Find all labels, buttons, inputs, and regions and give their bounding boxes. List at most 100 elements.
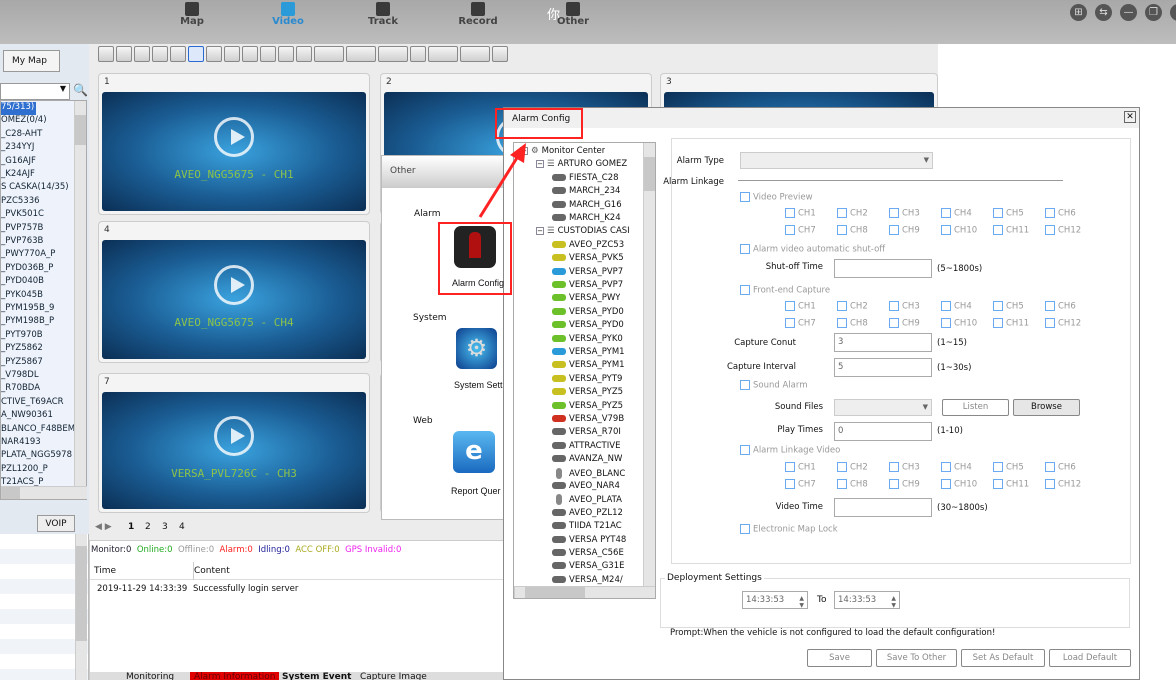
- vehicle-list-item[interactable]: _PYD036B_P: [1, 263, 53, 276]
- collapse-icon[interactable]: −: [536, 159, 544, 168]
- end-time-input[interactable]: 14:33:53 ▲ ▼: [834, 591, 900, 609]
- toolbar-button-8[interactable]: [224, 46, 240, 62]
- checkbox[interactable]: [941, 225, 951, 235]
- checkbox-linkage-ch3[interactable]: CH3: [889, 462, 920, 473]
- tree-node[interactable]: VERSA_PVP7: [552, 280, 623, 293]
- vehicle-list-scrollbar[interactable]: [74, 101, 86, 486]
- checkbox-linkage-ch11[interactable]: CH11: [993, 479, 1029, 490]
- toolbar-button-7[interactable]: [206, 46, 222, 62]
- checkbox-capture-ch12[interactable]: CH12: [1045, 318, 1081, 329]
- checkbox-video_preview[interactable]: Video Preview: [740, 192, 813, 203]
- input-capture_count_val[interactable]: 3: [834, 333, 932, 352]
- toolbar-button-4[interactable]: [152, 46, 168, 62]
- toolbar-button-10[interactable]: [260, 46, 276, 62]
- checkbox[interactable]: [837, 479, 847, 489]
- report-query-icon[interactable]: e: [453, 431, 495, 473]
- vehicle-list-item[interactable]: _PVK501C: [1, 209, 44, 222]
- tree-node[interactable]: AVANZA_NW: [552, 454, 622, 467]
- vehicle-list-item[interactable]: NAR4193: [1, 437, 41, 450]
- checkbox[interactable]: [941, 208, 951, 218]
- checkbox[interactable]: [889, 318, 899, 328]
- play-icon[interactable]: [214, 117, 254, 158]
- set-as-default-button[interactable]: Set As Default: [961, 649, 1045, 667]
- restore-icon[interactable]: ❐: [1145, 4, 1162, 21]
- checkbox-capture-ch11[interactable]: CH11: [993, 318, 1029, 329]
- checkbox[interactable]: [837, 318, 847, 328]
- tree-node[interactable]: MARCH_K24: [552, 213, 621, 226]
- toolbar-button-19[interactable]: [492, 46, 508, 62]
- alarm-type-select[interactable]: ▼: [740, 152, 933, 169]
- checkbox-linkage-ch6[interactable]: CH6: [1045, 462, 1076, 473]
- listen-button[interactable]: Listen: [942, 399, 1009, 416]
- tree-node[interactable]: VERSA_PYD0: [552, 320, 624, 333]
- checkbox[interactable]: [740, 285, 750, 295]
- vehicle-list-item[interactable]: _PYM198B_P: [1, 316, 54, 329]
- toolbar-button-9[interactable]: [242, 46, 258, 62]
- vehicle-list-hscrollbar[interactable]: [1, 486, 87, 499]
- checkbox-linkage-ch9[interactable]: CH9: [889, 479, 920, 490]
- checkbox-linkage-ch1[interactable]: CH1: [785, 462, 816, 473]
- tree-node[interactable]: VERSA_C56E: [552, 548, 624, 561]
- vehicle-list-item[interactable]: OMEZ(0/4): [1, 115, 47, 128]
- browse-button[interactable]: Browse: [1013, 399, 1080, 416]
- video-tile[interactable]: 4 AVEO_NGG5675 - CH4: [98, 221, 370, 363]
- alarm-config-icon[interactable]: [454, 226, 496, 268]
- checkbox-preview-ch1[interactable]: CH1: [785, 208, 816, 219]
- toolbar-button-6[interactable]: [188, 46, 204, 62]
- tree-node[interactable]: ATTRACTIVE: [552, 441, 620, 454]
- input-play_times_val[interactable]: 0: [834, 422, 932, 441]
- tab-my-map[interactable]: My Map: [3, 50, 60, 72]
- toolbar-button-17[interactable]: [428, 46, 458, 62]
- toolbar-button-13[interactable]: [314, 46, 344, 62]
- checkbox-linkage-ch10[interactable]: CH10: [941, 479, 977, 490]
- tree-scrollbar[interactable]: [643, 143, 655, 586]
- page-tab-4[interactable]: 4: [179, 522, 185, 532]
- checkbox[interactable]: [889, 479, 899, 489]
- play-icon[interactable]: [214, 416, 254, 457]
- vehicle-list-item[interactable]: _PYM195B_9: [1, 303, 54, 316]
- vehicle-list-item[interactable]: PZC5336: [1, 196, 40, 209]
- toolbar-button-1[interactable]: [98, 46, 114, 62]
- checkbox-capture-ch8[interactable]: CH8: [837, 318, 868, 329]
- page-tab-1[interactable]: 1: [128, 522, 134, 532]
- checkbox[interactable]: [941, 318, 951, 328]
- search-icon[interactable]: 🔍: [73, 83, 88, 97]
- checkbox[interactable]: [740, 380, 750, 390]
- tree-node[interactable]: VERSA_PVK5: [552, 253, 624, 266]
- toolbar-button-15[interactable]: [378, 46, 408, 62]
- checkbox-linkage-ch5[interactable]: CH5: [993, 462, 1024, 473]
- checkbox[interactable]: [785, 225, 795, 235]
- checkbox[interactable]: [740, 445, 750, 455]
- page-tab-2[interactable]: 2: [145, 522, 151, 532]
- vehicle-list-item[interactable]: _C28-AHT: [1, 129, 42, 142]
- checkbox[interactable]: [837, 225, 847, 235]
- checkbox[interactable]: [993, 301, 1003, 311]
- checkbox-linkage_video[interactable]: Alarm Linkage Video: [740, 445, 840, 456]
- vehicle-list-item[interactable]: _G16AJF: [1, 156, 36, 169]
- left-lower-scrollbar[interactable]: [75, 534, 87, 680]
- checkbox[interactable]: [889, 462, 899, 472]
- checkbox[interactable]: [1045, 225, 1055, 235]
- tree-node[interactable]: VERSA_PYZ5: [552, 387, 623, 400]
- checkbox[interactable]: [837, 208, 847, 218]
- tree-node[interactable]: AVEO_PLATA: [552, 494, 622, 507]
- video-tile[interactable]: 7 VERSA_PVL726C - CH3: [98, 373, 370, 513]
- tree-node[interactable]: VERSA_PYK0: [552, 334, 623, 347]
- vehicle-list-item[interactable]: _PYD040B: [1, 276, 44, 289]
- checkbox-auto_shutoff[interactable]: Alarm video automatic shut-off: [740, 244, 885, 255]
- checkbox-preview-ch9[interactable]: CH9: [889, 225, 920, 236]
- tree-node[interactable]: − ⚙ Monitor Center: [520, 146, 605, 159]
- checkbox[interactable]: [740, 524, 750, 534]
- checkbox-preview-ch2[interactable]: CH2: [837, 208, 868, 219]
- input-capture_interval_val[interactable]: 5: [834, 358, 932, 377]
- vehicle-list-item[interactable]: A_NW90361: [1, 410, 53, 423]
- vehicle-list-item[interactable]: _R70BDA: [1, 383, 40, 396]
- vehicle-list-item[interactable]: _PYT970B: [1, 330, 43, 343]
- play-icon[interactable]: [214, 265, 254, 306]
- system-settings-icon[interactable]: ⚙: [456, 328, 497, 369]
- checkbox[interactable]: [1045, 462, 1055, 472]
- checkbox-preview-ch5[interactable]: CH5: [993, 208, 1024, 219]
- video-frame[interactable]: AVEO_NGG5675 - CH1: [102, 92, 366, 211]
- checkbox-capture-ch10[interactable]: CH10: [941, 318, 977, 329]
- checkbox[interactable]: [889, 225, 899, 235]
